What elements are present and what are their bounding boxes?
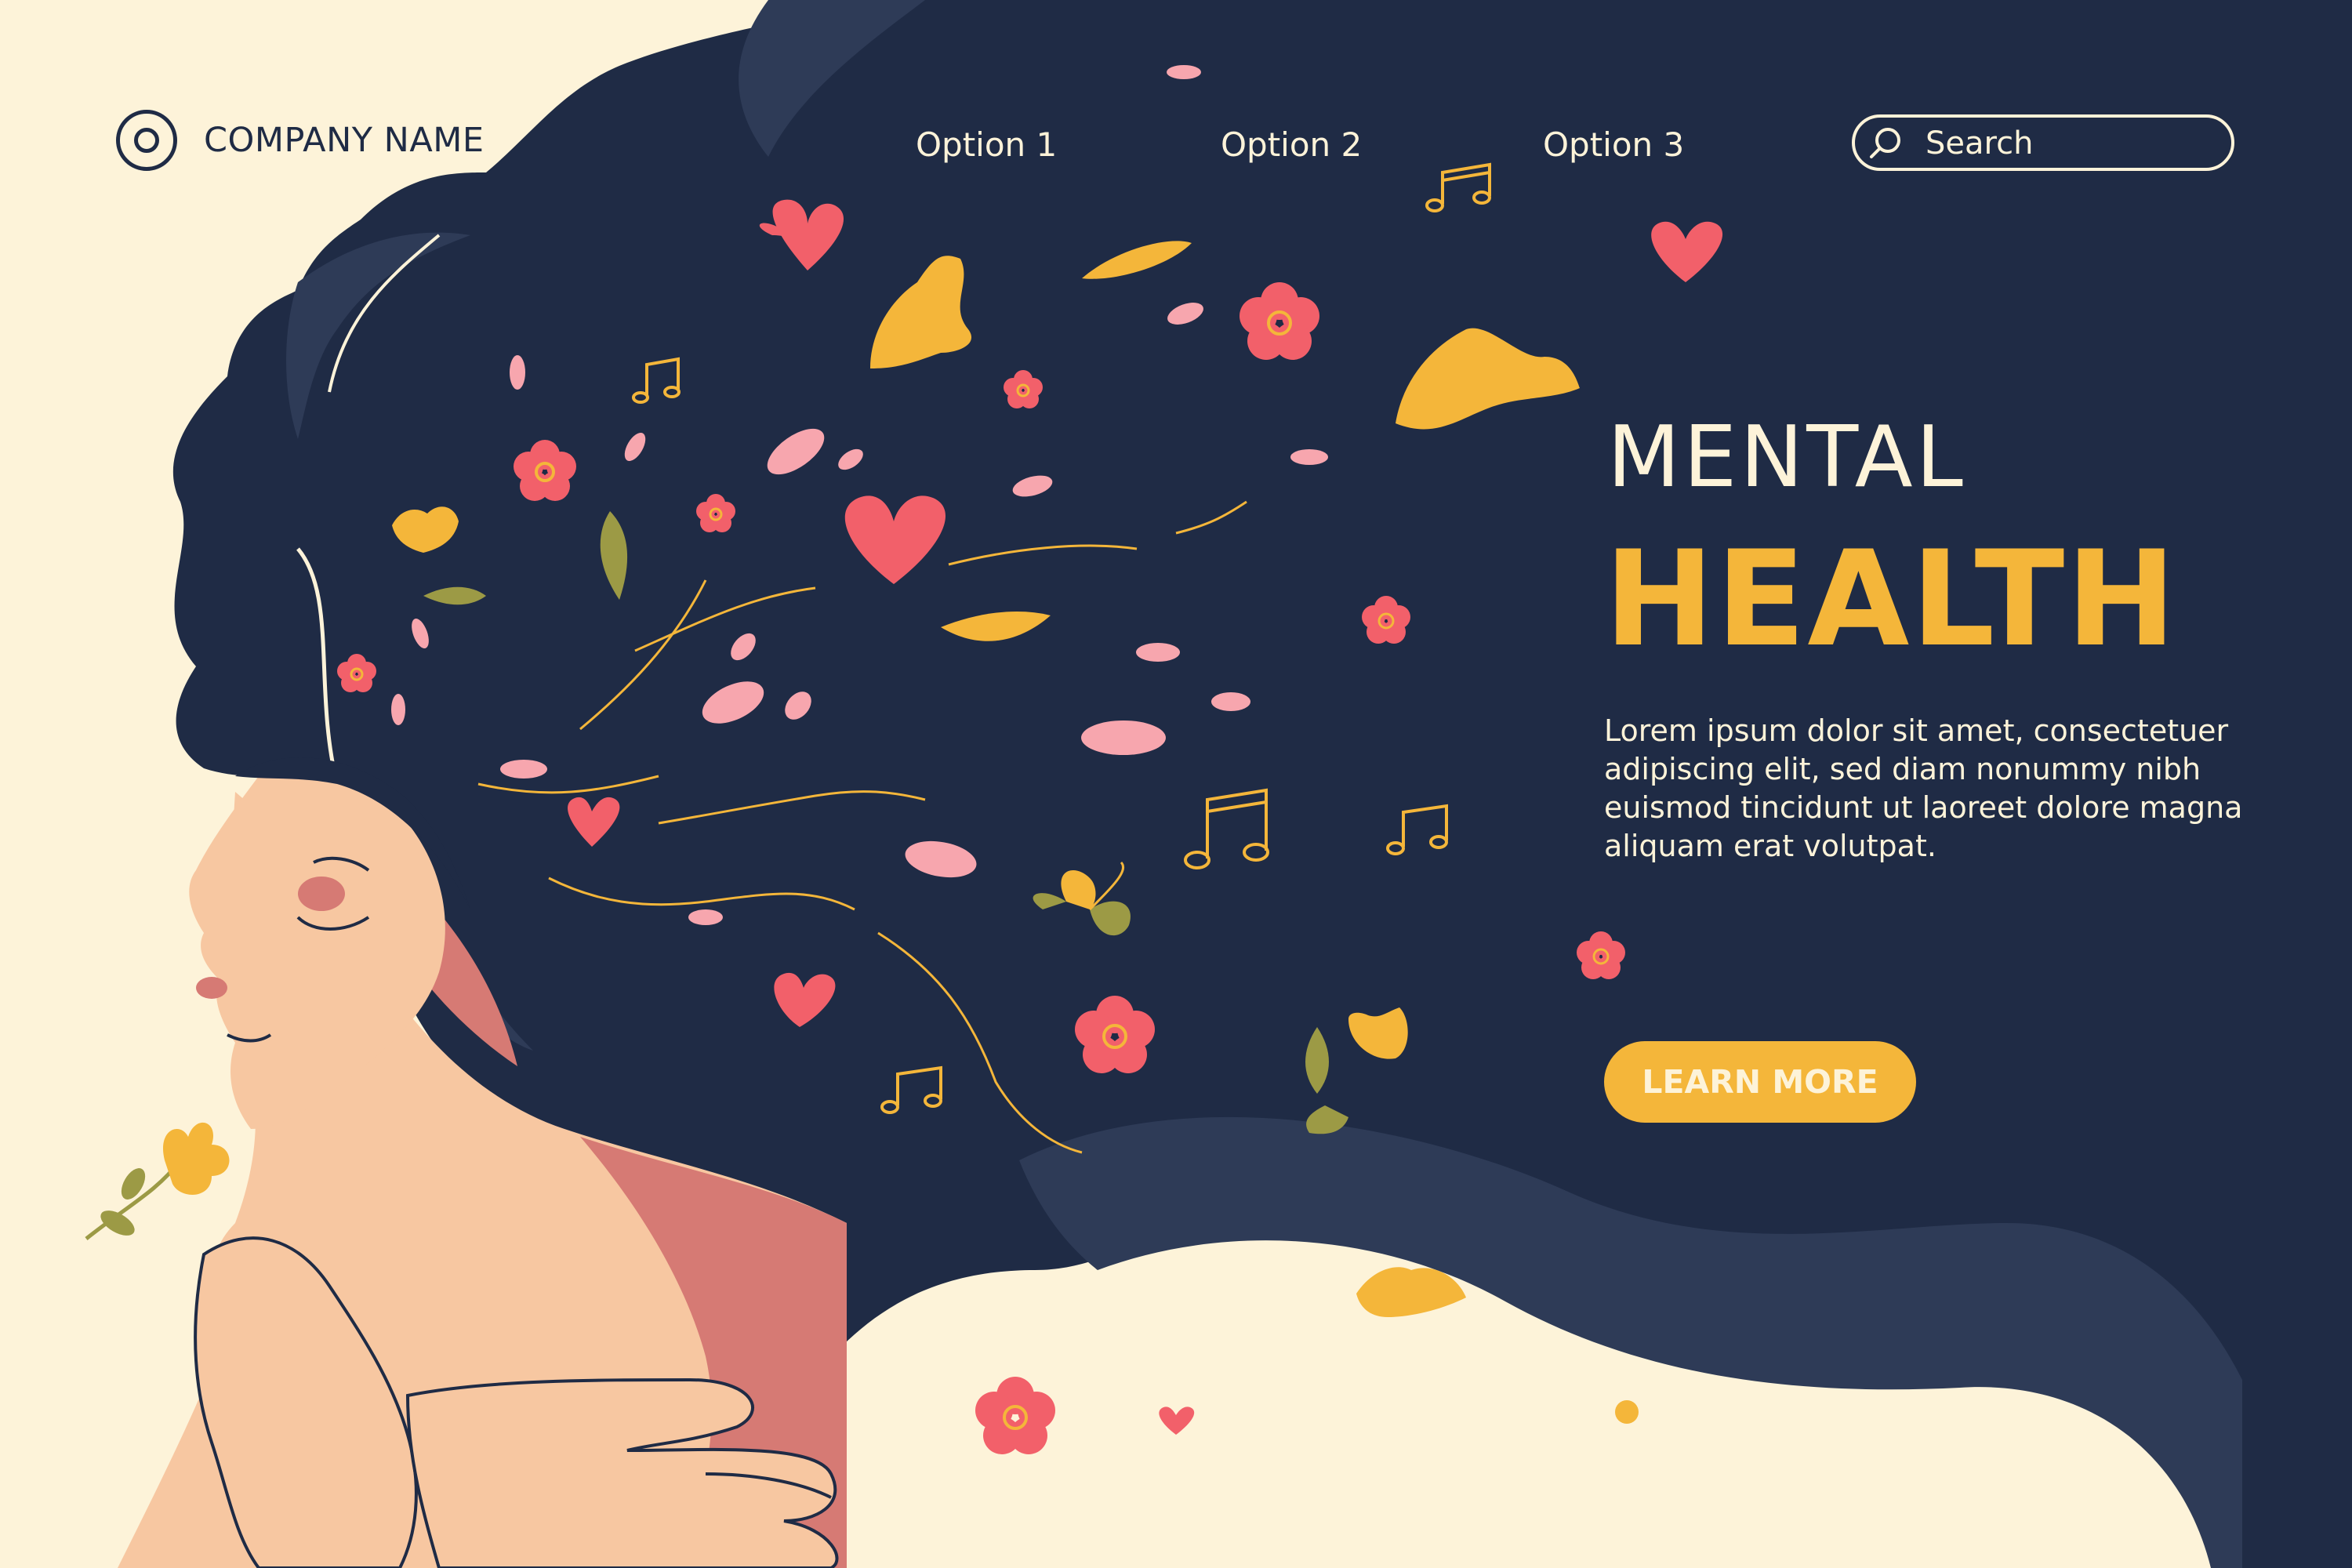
learn-more-button[interactable]: LEARN MORE [1604,1041,1916,1123]
hero-title-line2: HEALTH [1604,522,2178,676]
heart-shape [1159,1406,1195,1435]
petal-shape [1211,692,1250,711]
petal-shape [510,355,525,390]
carousel-indicators [1615,1400,1811,1424]
cheek-blush [298,877,345,911]
carousel-dot[interactable] [1788,1400,1811,1424]
search-icon[interactable] [1867,125,1902,160]
carousel-dot[interactable] [1701,1400,1725,1424]
company-name: COMPANY NAME [204,121,485,160]
search-input[interactable] [1924,121,2225,166]
pink-flower-icon [975,1377,1055,1454]
company-logo[interactable]: COMPANY NAME [116,110,485,171]
hero-description: Lorem ipsum dolor sit amet, consectetuer… [1604,713,2243,863]
carousel-dot[interactable] [1615,1400,1639,1424]
petal-shape [1290,449,1328,465]
petal-shape [1167,65,1201,79]
search-box[interactable] [1852,114,2234,171]
nav-option-1[interactable]: Option 1 [916,118,1057,172]
concentric-circle-logo-icon [116,110,177,171]
petal-shape [500,760,547,779]
petal-shape [1136,643,1180,662]
landing-page: COMPANY NAME Option 1 Option 2 Option 3 … [0,0,2352,1568]
petal-shape [688,909,723,925]
nav-option-2[interactable]: Option 2 [1221,118,1362,172]
petal-shape [391,694,405,725]
hero-title-line1: MENTAL [1607,408,1966,506]
yellow-flower-near-face [85,1122,230,1240]
nav-option-3[interactable]: Option 3 [1543,118,1684,172]
petal-shape [1081,720,1166,755]
nose [196,977,227,999]
